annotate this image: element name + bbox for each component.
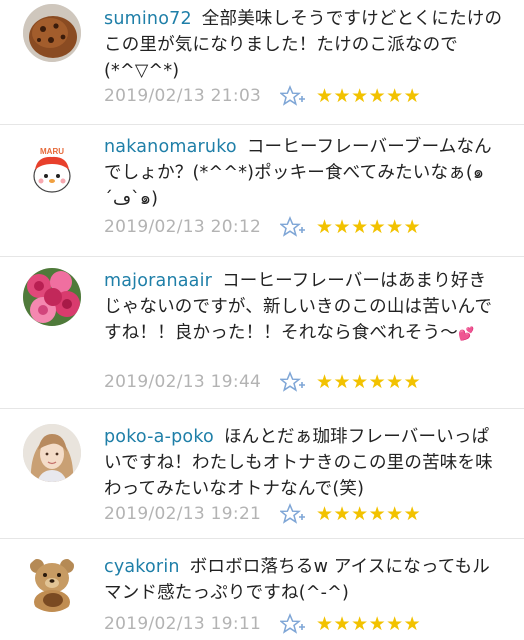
comment-username[interactable]: sumino72 — [104, 9, 192, 29]
add-star-icon[interactable] — [280, 503, 306, 525]
heart-emoji: 💕 — [458, 327, 475, 342]
comment-item: MARU nakanomaruko コーヒーフレーバーブームなんでしょか？(*^^… — [0, 124, 524, 257]
user-avatar[interactable] — [23, 424, 81, 482]
woman-portrait-avatar-icon — [23, 424, 81, 482]
comment-timestamp: 2019/02/13 19:11 — [104, 614, 262, 634]
comment-body: majoranaair コーヒーフレーバーはあまり好きじゃないのですが、新しいきの… — [104, 268, 504, 348]
star-rating[interactable]: ★★★★★★ — [316, 84, 421, 108]
comment-timestamp: 2019/02/13 21:03 — [104, 86, 262, 106]
comment-body: poko-a-poko ほんとだぁ珈琲フレーバーいっぱいですね！わたしもオトナきの… — [104, 424, 504, 502]
teddy-bear-avatar-icon — [23, 554, 81, 612]
maru-character-avatar-icon: MARU — [23, 140, 81, 198]
user-avatar[interactable] — [23, 4, 81, 62]
comment-item: sumino72 全部美味しそうですけどとくにたけのこの里が気になりました！たけの… — [0, 0, 524, 125]
comment-username[interactable]: nakanomaruko — [104, 137, 237, 157]
star-rating[interactable]: ★★★★★★ — [316, 502, 421, 526]
comment-timestamp: 2019/02/13 19:21 — [104, 504, 262, 524]
star-rating[interactable]: ★★★★★★ — [316, 612, 421, 636]
comment-username[interactable]: poko-a-poko — [104, 427, 214, 447]
user-avatar[interactable] — [23, 268, 81, 326]
comment-meta: 2019/02/13 21:03 ★★★★★★ — [104, 84, 524, 108]
comment-item: cyakorin ボロボロ落ちるw アイスになってもルマンド感たっぷりですね(^-… — [0, 538, 524, 640]
comment-username[interactable]: majoranaair — [104, 271, 212, 291]
comment-item: majoranaair コーヒーフレーバーはあまり好きじゃないのですが、新しいきの… — [0, 256, 524, 409]
add-star-icon[interactable] — [280, 613, 306, 635]
comment-meta: 2019/02/13 20:12 ★★★★★★ — [104, 215, 524, 239]
comment-body: cyakorin ボロボロ落ちるw アイスになってもルマンド感たっぷりですね(^-… — [104, 554, 504, 606]
comment-meta: 2019/02/13 19:21 ★★★★★★ — [104, 502, 524, 526]
star-rating[interactable]: ★★★★★★ — [316, 215, 421, 239]
comment-timestamp: 2019/02/13 20:12 — [104, 217, 262, 237]
chocolate-cookie-avatar-icon — [23, 4, 81, 62]
add-star-icon[interactable] — [280, 85, 306, 107]
pink-roses-avatar-icon — [23, 268, 81, 326]
add-star-icon[interactable] — [280, 371, 306, 393]
add-star-icon[interactable] — [280, 216, 306, 238]
comment-body: nakanomaruko コーヒーフレーバーブームなんでしょか？(*^^*)ポッキ… — [104, 134, 504, 212]
comment-item: poko-a-poko ほんとだぁ珈琲フレーバーいっぱいですね！わたしもオトナきの… — [0, 408, 524, 539]
user-avatar[interactable]: MARU — [23, 140, 81, 198]
comment-body: sumino72 全部美味しそうですけどとくにたけのこの里が気になりました！たけの… — [104, 6, 504, 84]
comment-timestamp: 2019/02/13 19:44 — [104, 372, 262, 392]
maru-logo-text: MARU — [40, 147, 64, 156]
user-avatar[interactable] — [23, 554, 81, 612]
comment-meta: 2019/02/13 19:11 ★★★★★★ — [104, 612, 524, 636]
star-rating[interactable]: ★★★★★★ — [316, 370, 421, 394]
comment-meta: 2019/02/13 19:44 ★★★★★★ — [104, 370, 524, 394]
comment-username[interactable]: cyakorin — [104, 557, 180, 577]
